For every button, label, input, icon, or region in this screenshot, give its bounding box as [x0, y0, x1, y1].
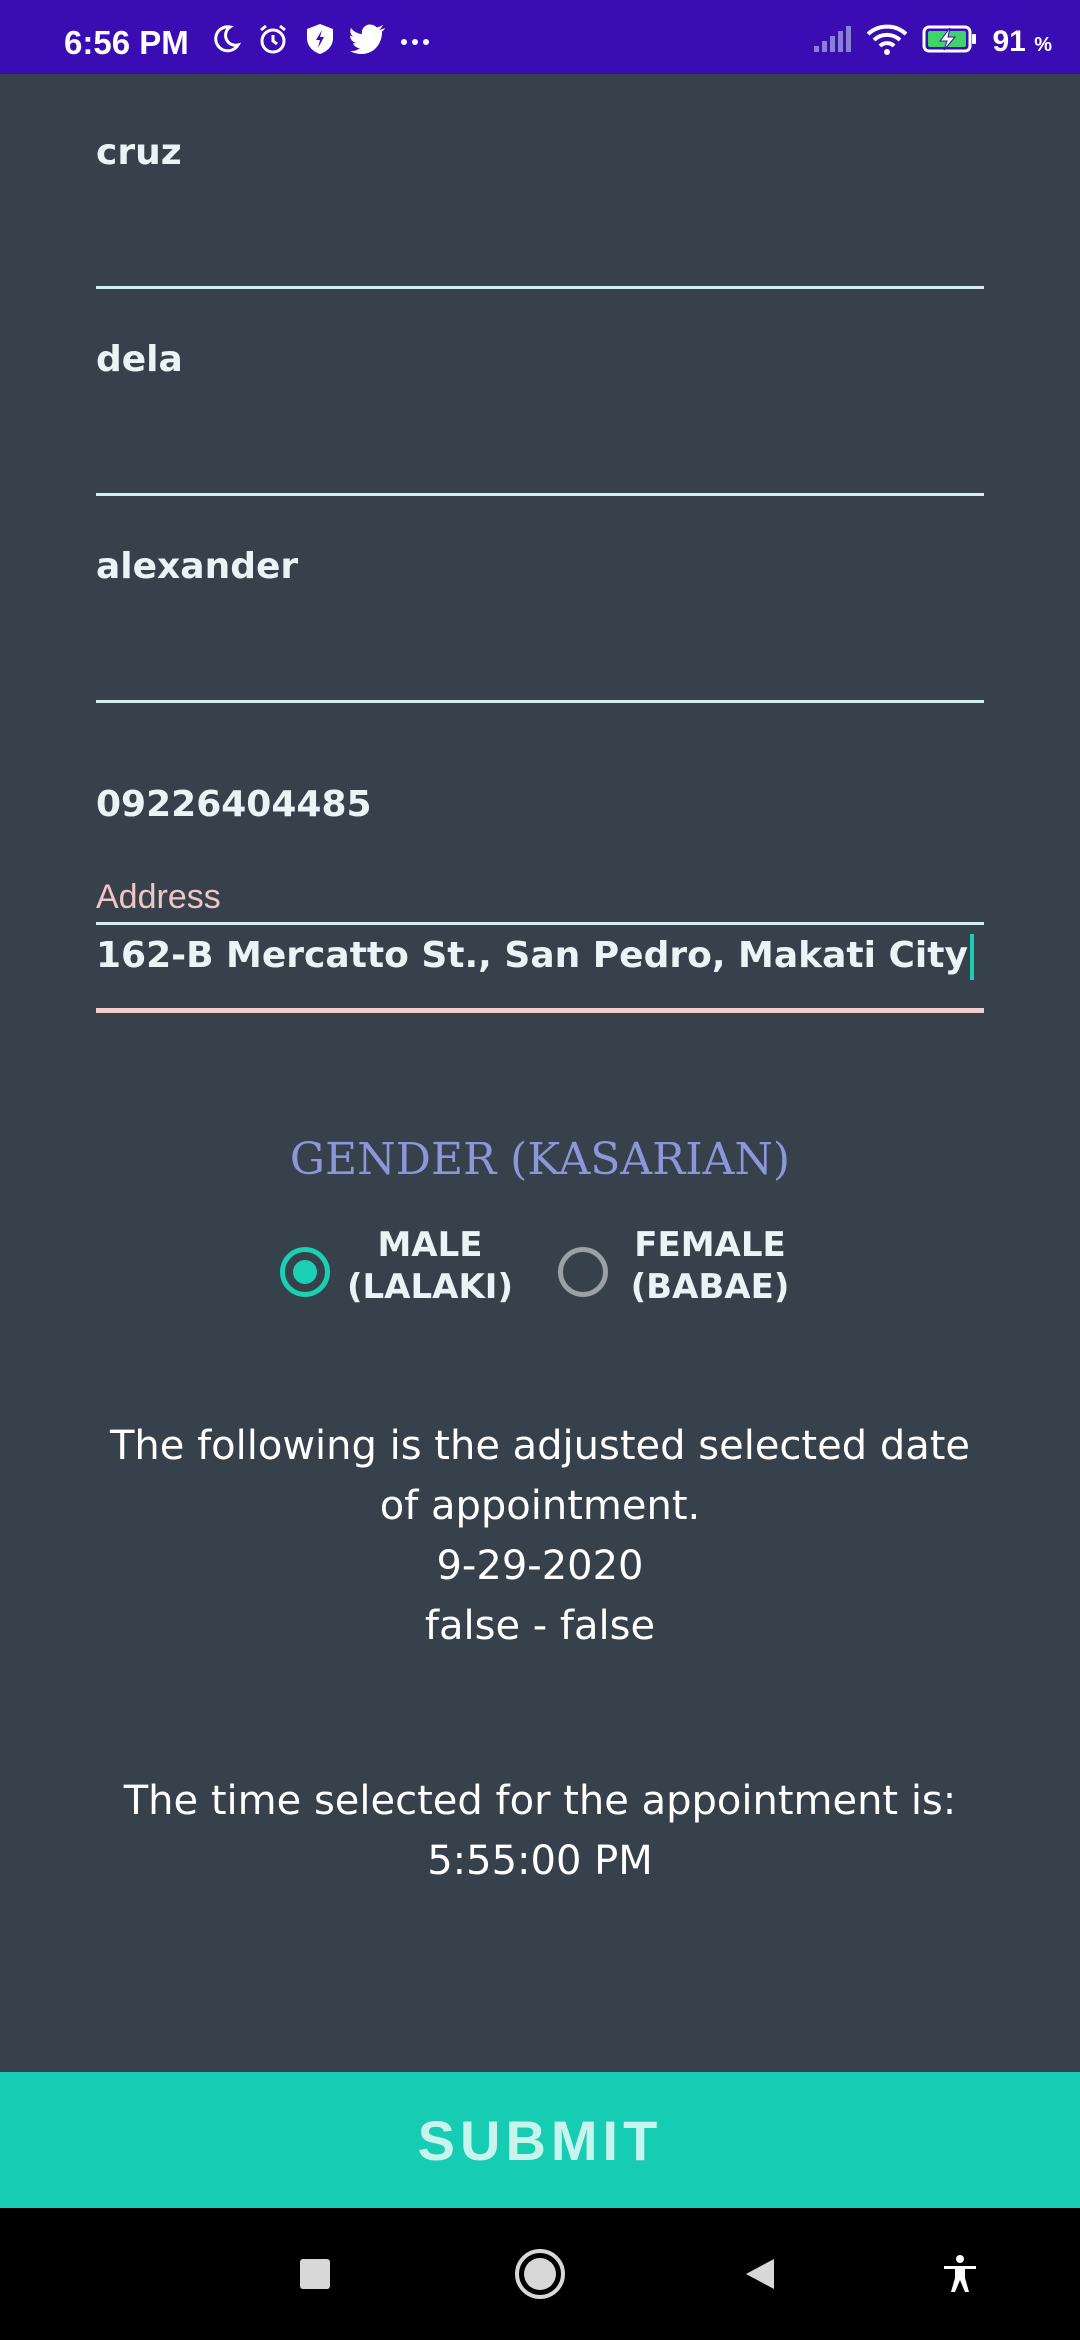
- address-underline-focused: [96, 1008, 984, 1013]
- date-info-line2: of appointment.: [379, 1483, 701, 1529]
- phone-field[interactable]: 09226404485: [96, 784, 984, 925]
- form-area: cruz dela alexander 09226404485 Address …: [0, 74, 1080, 2074]
- middle-name-value: dela: [96, 339, 183, 380]
- female-option-label[interactable]: FEMALE (BABAE): [625, 1224, 795, 1308]
- female-radio-button[interactable]: [558, 1247, 608, 1297]
- accessibility-icon: [944, 2255, 976, 2292]
- recent-apps-button[interactable]: [285, 2244, 345, 2304]
- first-name-field[interactable]: alexander: [96, 546, 984, 703]
- male-label-line2: (LALAKI): [346, 1267, 514, 1307]
- appointment-time: 5:55:00 PM: [427, 1838, 653, 1884]
- back-button[interactable]: [730, 2244, 790, 2304]
- field-underline: [96, 286, 984, 289]
- field-underline: [96, 493, 984, 496]
- status-time: 6:56 PM: [64, 24, 189, 61]
- circle-home-icon: [515, 2249, 565, 2299]
- female-label-line2: (BABAE): [630, 1267, 790, 1307]
- shield-icon: [304, 22, 336, 60]
- twitter-icon: [350, 24, 386, 58]
- address-label: Address: [96, 878, 221, 916]
- home-button[interactable]: [510, 2244, 570, 2304]
- appointment-date-info: The following is the adjusted selected d…: [40, 1416, 1040, 1656]
- date-info-line1: The following is the adjusted selected d…: [109, 1423, 971, 1469]
- appointment-time-info: The time selected for the appointment is…: [40, 1771, 1040, 1891]
- first-name-value: alexander: [96, 546, 299, 587]
- phone-value: 09226404485: [96, 784, 372, 825]
- field-underline: [96, 922, 984, 925]
- last-name-value: cruz: [96, 132, 182, 173]
- male-option-label[interactable]: MALE (LALAKI): [345, 1224, 515, 1308]
- accessibility-button[interactable]: [930, 2244, 990, 2304]
- status-bar: 6:56 PM 91 %: [0, 0, 1080, 74]
- notification-icons: [210, 22, 430, 60]
- system-icons: 91 %: [812, 22, 1052, 61]
- male-radio-button[interactable]: [280, 1247, 330, 1297]
- alarm-icon: [256, 22, 290, 60]
- gender-title: GENDER (KASARIAN): [289, 1134, 791, 1185]
- more-icon: [400, 32, 430, 51]
- address-input[interactable]: 162-B Mercatto St., San Pedro, Makati Ci…: [96, 934, 974, 980]
- battery-percent: 91 %: [992, 24, 1052, 58]
- square-icon: [300, 2259, 330, 2289]
- male-label-line1: MALE: [377, 1225, 483, 1265]
- navigation-bar: [0, 2208, 1080, 2340]
- field-underline: [96, 700, 984, 703]
- signal-icon: [812, 24, 852, 59]
- submit-button[interactable]: SUBMIT: [0, 2072, 1080, 2208]
- appointment-date: 9-29-2020: [436, 1543, 644, 1589]
- gender-radio-group: MALE (LALAKI) FEMALE (BABAE): [0, 1224, 1080, 1324]
- text-cursor: [969, 934, 974, 980]
- middle-name-field[interactable]: dela: [96, 339, 984, 496]
- appointment-flags: false - false: [424, 1603, 656, 1649]
- time-info-line: The time selected for the appointment is…: [123, 1778, 957, 1824]
- last-name-field[interactable]: cruz: [96, 132, 984, 289]
- female-label-line1: FEMALE: [634, 1225, 786, 1265]
- wifi-icon: [866, 22, 908, 61]
- battery-charging-icon: [922, 24, 978, 59]
- moon-icon: [210, 23, 242, 59]
- triangle-back-icon: [746, 2259, 774, 2289]
